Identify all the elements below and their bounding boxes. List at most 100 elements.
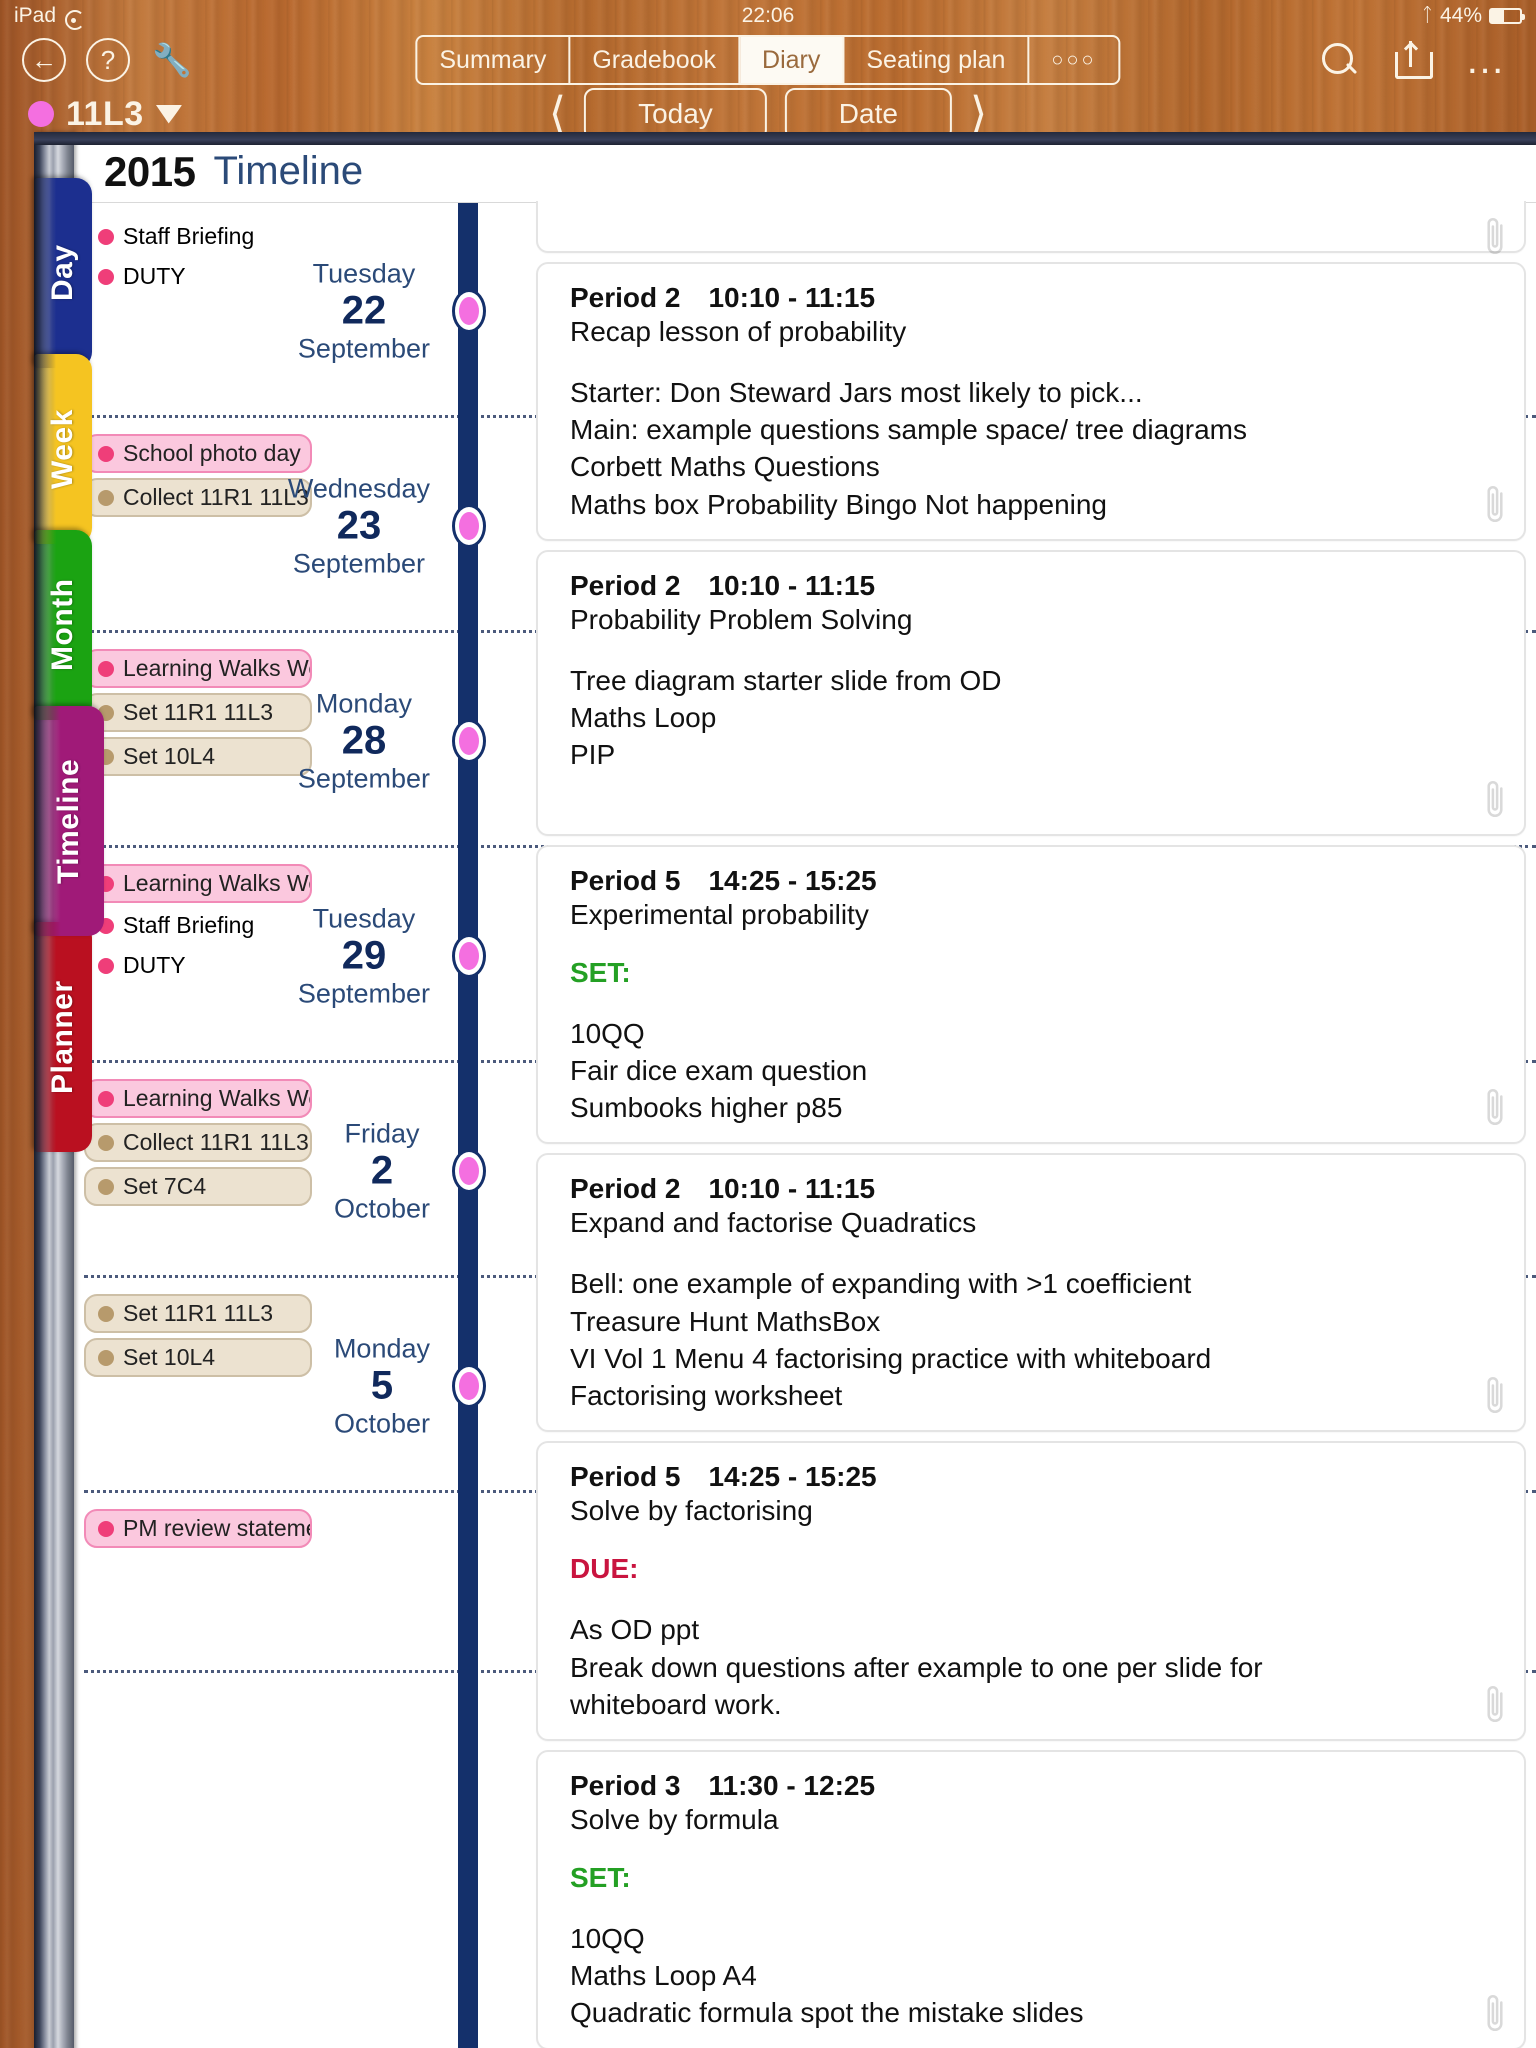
event-tag-label: School photo day	[123, 440, 301, 466]
timeline-row-left: School photo day Collect 11R1 11L3 Wednesd…	[68, 418, 486, 633]
month-label: September	[297, 762, 430, 793]
view-tab-timeline[interactable]: Timeline	[34, 706, 104, 936]
event-card-note-line: Break down questions after example to on…	[570, 1651, 1263, 1683]
paperclip-icon[interactable]	[1482, 1992, 1508, 2034]
wrench-icon[interactable]: 🔧	[150, 38, 194, 82]
event-tag[interactable]: DUTY	[84, 948, 312, 983]
event-card[interactable]: Period 5 14:25 - 15:25 Experimental probab…	[536, 844, 1526, 1145]
timeline-date-label[interactable]: Monday 28 September	[298, 688, 430, 793]
lesson-title-label: Recap lesson of probability	[570, 316, 907, 347]
day-of-week-label: Friday	[344, 1117, 420, 1148]
search-icon[interactable]	[1321, 42, 1357, 78]
paperclip-icon[interactable]	[1482, 1683, 1508, 1725]
tab-summary[interactable]: Summary	[417, 37, 571, 83]
timeline-node-dot-icon	[459, 726, 479, 755]
timeline-date-label[interactable]: Tuesday 29 September	[298, 903, 430, 1008]
paperclip-icon[interactable]	[1482, 215, 1508, 257]
timeline-body[interactable]: Staff Briefing DUTY Tuesday 22 September Scho…	[68, 201, 1536, 2048]
chevron-right-icon[interactable]: ⟩	[970, 92, 987, 136]
year-label: 2015	[104, 147, 196, 195]
status-bar: iPad 22:06 ᛏ 44%	[0, 0, 1536, 32]
timeline-date-label[interactable]: Monday 5 October	[334, 1333, 430, 1438]
paperclip-icon[interactable]	[1482, 1374, 1508, 1416]
chevron-left-icon[interactable]: ⟨	[549, 92, 566, 136]
event-card-note-line: As OD ppt	[570, 1614, 700, 1646]
event-card-note-line: whiteboard work.	[570, 1688, 782, 1720]
tab-diary[interactable]: Diary	[740, 37, 845, 83]
view-tab-label: Planner	[46, 980, 79, 1094]
event-tag[interactable]: Staff Briefing	[84, 219, 312, 254]
lesson-title-label: Solve by factorising	[570, 1495, 813, 1527]
timeline-date-label[interactable]: Tuesday 22 September	[298, 258, 430, 363]
event-card[interactable]	[536, 201, 1526, 255]
event-tag[interactable]: Learning Walks Week	[84, 864, 312, 903]
view-tab-planner[interactable]: Planner	[34, 922, 92, 1152]
binder: Day Week Month Timeline Planner 2015 Timelin…	[34, 132, 1536, 2048]
period-label: Period 2	[570, 282, 681, 313]
event-tag[interactable]: Staff Briefing	[84, 908, 312, 943]
chevron-down-icon[interactable]	[156, 105, 182, 124]
view-segmented-control[interactable]: Summary Gradebook Diary Seating plan ○○○	[415, 35, 1121, 85]
event-tag[interactable]: Collect 11R1 11L3	[84, 1123, 312, 1162]
event-tag[interactable]: Set 11R1 11L3	[84, 1294, 312, 1333]
class-color-dot	[28, 101, 54, 127]
timeline-date-label[interactable]: Wednesday 23 September	[288, 473, 430, 578]
more-ellipsis-icon[interactable]: …	[1465, 40, 1506, 80]
view-tab-month[interactable]: Month	[34, 530, 92, 720]
question-mark-icon[interactable]: ?	[86, 38, 130, 82]
all-day-event-tags: Staff Briefing DUTY	[84, 219, 312, 294]
event-card-note-line: VI Vol 1 Menu 4 factorising practice wit…	[570, 1342, 1212, 1374]
tab-more-options[interactable]: ○○○	[1029, 37, 1118, 83]
event-tag[interactable]: Set 10L4	[84, 737, 312, 776]
paperclip-icon[interactable]	[1482, 483, 1508, 525]
event-tag[interactable]: PM review stateme…	[84, 1509, 312, 1548]
event-card[interactable]: Period 2 10:10 - 11:15 Expand and factoris…	[536, 1153, 1526, 1433]
timeline-row-left: Staff Briefing DUTY Tuesday 22 September	[68, 203, 486, 418]
paperclip-icon[interactable]	[1482, 778, 1508, 820]
event-card-note-line: Treasure Hunt MathsBox	[570, 1305, 881, 1337]
event-card[interactable]: Period 2 10:10 - 11:15 Probability Problem…	[536, 549, 1526, 836]
wifi-icon	[64, 9, 82, 23]
paperclip-icon[interactable]	[1482, 1086, 1508, 1128]
event-card[interactable]: Period 3 11:30 - 12:25 Solve by formula SET…	[536, 1749, 1526, 2048]
timeline-node-marker	[452, 933, 486, 978]
view-tab-day[interactable]: Day	[34, 178, 92, 368]
all-day-event-tags: School photo day Collect 11R1 11L3	[84, 434, 312, 517]
day-of-week-label: Tuesday	[312, 257, 416, 288]
event-tag-dot-icon	[98, 1090, 114, 1107]
event-tag[interactable]: Set 7C4	[84, 1167, 312, 1206]
event-card[interactable]: Period 2 10:10 - 11:15 Recap lesson of pro…	[536, 262, 1526, 541]
event-tag-label: Learning Walks Week	[123, 1085, 310, 1111]
month-label: September	[297, 332, 430, 363]
event-card[interactable]: Period 5 14:25 - 15:25 Solve by factorisin…	[536, 1441, 1526, 1741]
day-of-week-label: Tuesday	[312, 902, 416, 933]
timeline-node-dot-icon	[459, 296, 479, 325]
toolbar-right-icons: …	[1321, 40, 1506, 80]
share-icon[interactable]	[1395, 41, 1433, 79]
toolbar-left-icons: ← ? 🔧	[22, 38, 194, 82]
timeline-date-label[interactable]: Friday 2 October	[334, 1118, 430, 1223]
class-name-label: 11L3	[66, 94, 144, 133]
event-card-note-line: Maths Loop A4	[570, 1960, 757, 1992]
event-tag[interactable]: School photo day	[84, 434, 312, 473]
event-tag-label: Learning Walks Week	[123, 655, 310, 681]
timeline-node-dot-icon	[459, 941, 479, 970]
tab-gradebook[interactable]: Gradebook	[570, 37, 741, 83]
event-tag[interactable]: Learning Walks Week	[84, 649, 312, 688]
event-tag-dot-icon	[98, 228, 114, 245]
view-tab-week[interactable]: Week	[34, 354, 92, 544]
tab-seating-plan[interactable]: Seating plan	[844, 37, 1030, 83]
class-selector[interactable]: 11L3	[28, 95, 182, 134]
period-label: Period 5	[570, 1461, 681, 1493]
back-arrow-icon[interactable]: ←	[22, 38, 66, 82]
event-card-note-line: Quadratic formula spot the mistake slide…	[570, 1997, 1084, 2029]
event-tag[interactable]: Learning Walks Week	[84, 1079, 312, 1118]
event-tag-label: Set 10L4	[123, 1344, 216, 1370]
event-tag[interactable]: Set 11R1 11L3	[84, 693, 312, 732]
event-tag[interactable]: DUTY	[84, 259, 312, 294]
event-tag[interactable]: Collect 11R1 11L3	[84, 478, 312, 517]
event-tag[interactable]: Set 10L4	[84, 1338, 312, 1377]
event-card-header: Period 2 10:10 - 11:15	[570, 570, 1498, 602]
day-of-week-label: Wednesday	[287, 472, 430, 503]
